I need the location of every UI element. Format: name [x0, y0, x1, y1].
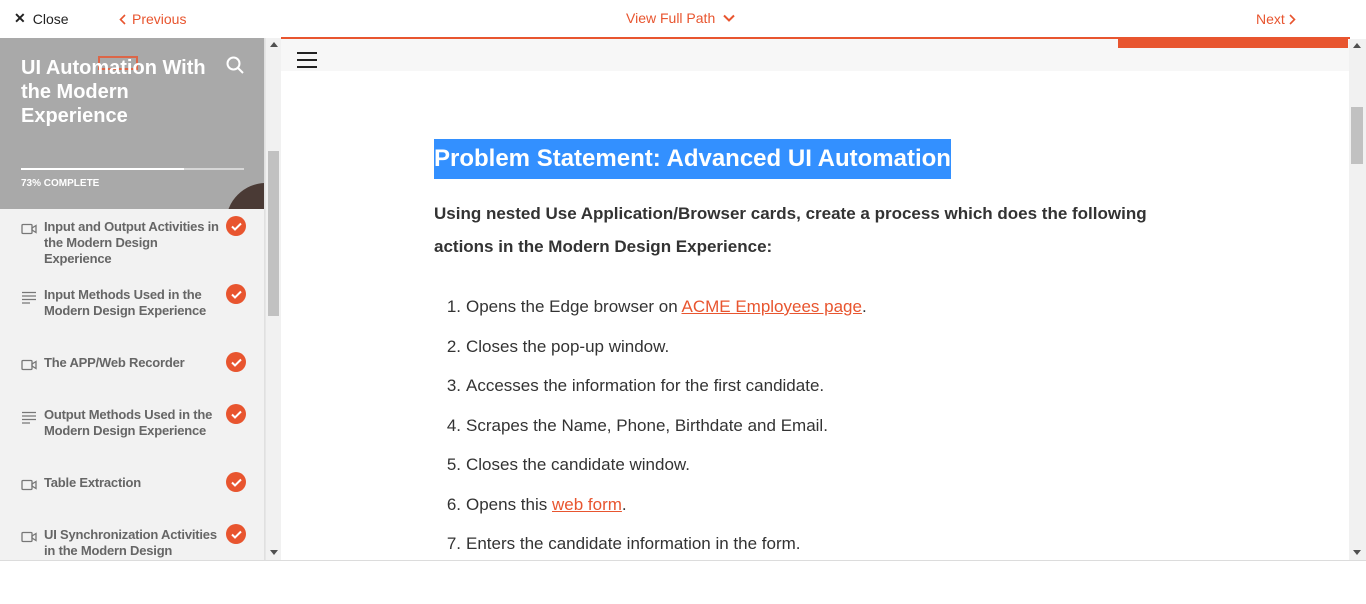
list-item: 7. Enters the candidate information in th… — [446, 534, 801, 553]
web-form-link[interactable]: web form — [552, 495, 622, 514]
progress-tab — [1118, 39, 1348, 48]
lesson-content: Problem Statement: Advanced UI Automatio… — [281, 39, 1349, 560]
lesson-label: Output Methods Used in the Modern Design… — [44, 407, 213, 438]
list-item: 6. Opens this web form. — [446, 494, 627, 514]
list-item: 1. Opens the Edge browser on ACME Employe… — [446, 297, 867, 316]
lesson-label: Table Extraction — [44, 475, 141, 490]
video-icon — [21, 359, 37, 371]
list-item: 3. Accesses the information for the first… — [446, 376, 825, 395]
view-full-path-button[interactable]: View Full Path — [626, 10, 735, 26]
hamburger-menu-icon[interactable] — [297, 52, 317, 68]
video-icon — [21, 479, 37, 491]
list-item: 2. Closes the pop-up window. — [446, 336, 670, 356]
view-full-path-label: View Full Path — [626, 10, 716, 26]
lesson-item[interactable]: Output Methods Used in the Modern Design… — [0, 397, 264, 465]
lesson-intro: Using nested Use Application/Browser car… — [434, 204, 1147, 256]
lesson-item[interactable]: The APP/Web Recorder — [0, 345, 264, 397]
header-image — [226, 183, 264, 209]
content-toolbar — [281, 39, 1349, 71]
scroll-down-arrow-icon[interactable] — [1353, 550, 1361, 555]
next-button[interactable]: Next — [1256, 11, 1296, 27]
acme-employees-link[interactable]: ACME Employees page — [681, 297, 861, 316]
chevron-right-icon — [1289, 13, 1296, 25]
lesson-item[interactable]: UI Synchronization Activities in the Mod… — [0, 517, 264, 560]
progress-bar-fill — [21, 168, 184, 170]
close-button[interactable]: ✕ Close — [14, 10, 69, 27]
scroll-up-arrow-icon[interactable] — [270, 42, 278, 47]
completed-check-icon — [226, 472, 246, 492]
video-icon — [21, 223, 37, 235]
video-icon — [21, 531, 37, 543]
sidebar-scrollbar[interactable] — [265, 38, 281, 560]
lesson-heading: Problem Statement: Advanced UI Automatio… — [434, 139, 951, 179]
lesson-item[interactable]: Input Methods Used in the Modern Design … — [0, 277, 264, 345]
close-icon: ✕ — [14, 10, 26, 26]
lesson-item[interactable]: Input and Output Activities in the Moder… — [0, 209, 264, 277]
scroll-up-arrow-icon[interactable] — [1353, 43, 1361, 48]
sidebar-scrollbar-thumb[interactable] — [268, 151, 279, 316]
search-icon[interactable] — [226, 56, 244, 74]
scroll-down-arrow-icon[interactable] — [270, 550, 278, 555]
lesson-label: Input Methods Used in the Modern Design … — [44, 287, 207, 318]
lesson-list: Input and Output Activities in the Moder… — [0, 209, 264, 560]
steps-list: 1. Opens the Edge browser on ACME Employe… — [434, 297, 1194, 554]
lesson-body: Problem Statement: Advanced UI Automatio… — [434, 139, 1194, 560]
text-lines-icon — [22, 411, 36, 424]
completed-check-icon — [226, 524, 246, 544]
course-sidebar: UI Automation With the Modern Experience… — [0, 38, 265, 560]
chevron-down-icon — [723, 14, 735, 22]
completed-check-icon — [226, 284, 246, 304]
next-label: Next — [1256, 11, 1285, 27]
lesson-label: The APP/Web Recorder — [44, 355, 185, 370]
course-title: UI Automation With the Modern Experience — [21, 57, 206, 127]
progress-bar — [21, 168, 244, 170]
completed-check-icon — [226, 216, 246, 236]
chevron-left-icon — [119, 13, 126, 25]
course-header: UI Automation With the Modern Experience… — [0, 38, 264, 209]
lesson-label: UI Synchronization Activities in the Mod… — [44, 527, 217, 558]
close-label: Close — [32, 10, 69, 27]
bottom-border — [0, 560, 1366, 561]
top-navigation-bar: ✕ Close Previous View Full Path Next — [0, 0, 1366, 38]
completed-check-icon — [226, 352, 246, 372]
list-item: 5. Closes the candidate window. — [446, 455, 690, 474]
previous-label: Previous — [132, 11, 187, 27]
previous-button[interactable]: Previous — [119, 11, 186, 27]
text-lines-icon — [22, 291, 36, 304]
content-scrollbar[interactable] — [1349, 39, 1366, 560]
list-item: 4. Scrapes the Name, Phone, Birthdate and… — [446, 415, 828, 435]
completed-check-icon — [226, 404, 246, 424]
lesson-label: Input and Output Activities in the Moder… — [44, 219, 219, 266]
content-scrollbar-thumb[interactable] — [1351, 107, 1363, 164]
lesson-item[interactable]: Table Extraction — [0, 465, 264, 517]
progress-label: 73% COMPLETE — [21, 178, 100, 189]
